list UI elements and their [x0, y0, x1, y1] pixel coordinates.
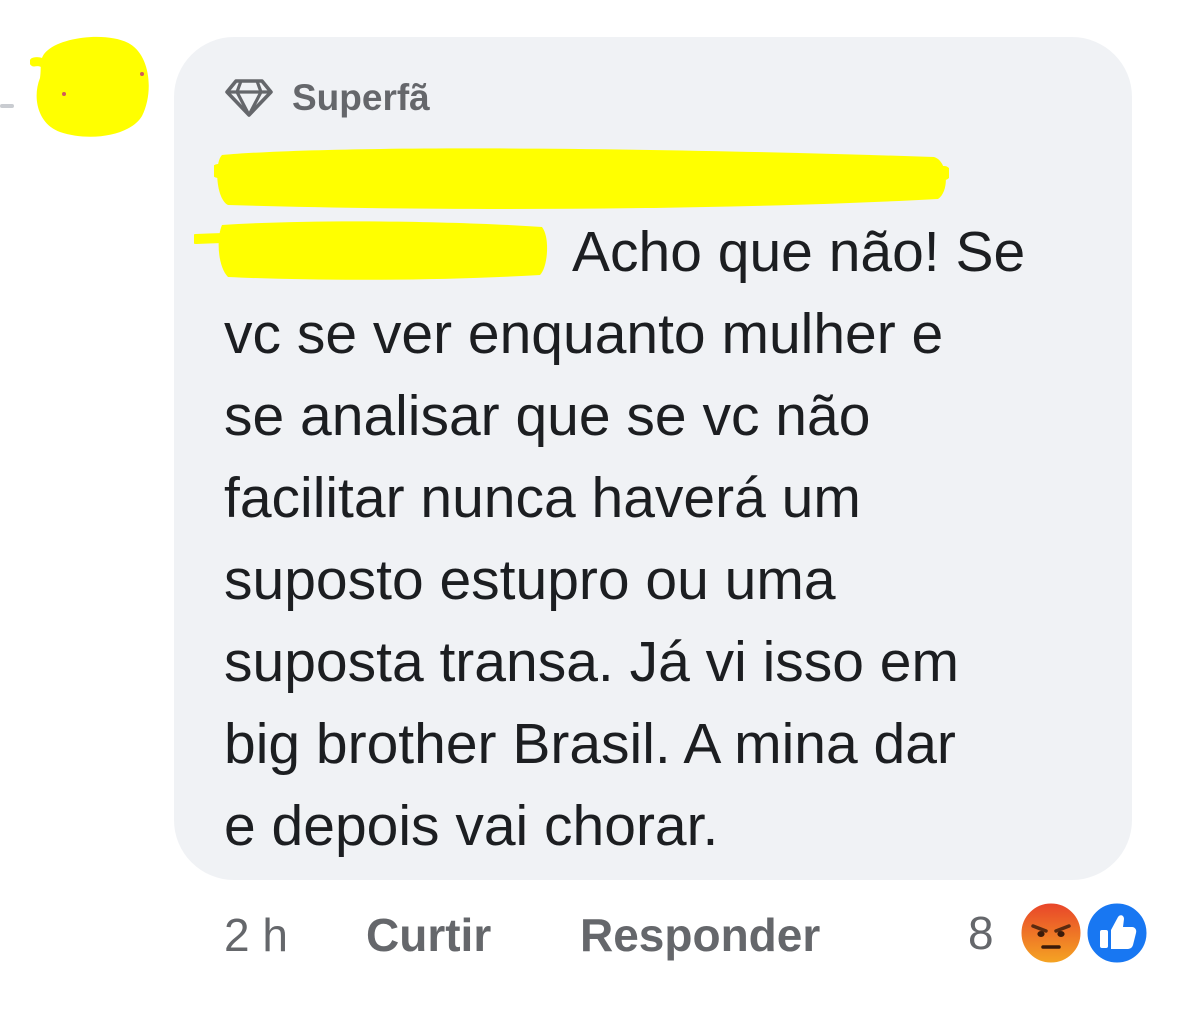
- like-button[interactable]: Curtir: [366, 900, 491, 970]
- comment-line: suposta transa. Já vi isso em: [224, 630, 959, 694]
- thread-connector-line: [0, 104, 14, 108]
- comment-line: suposto estupro ou uma: [224, 548, 836, 612]
- redacted-author-name[interactable]: [214, 141, 949, 213]
- top-fan-badge: Superfã: [224, 77, 430, 119]
- comment-text: Acho que não! Se vc se ver enquanto mulhe…: [224, 211, 1104, 867]
- comment-thread: Superfã Acho que não! Se vc se ver enquan…: [0, 0, 1200, 1009]
- mention-space: [224, 261, 572, 271]
- reply-button[interactable]: Responder: [580, 900, 820, 970]
- comment-line: e depois vai chorar.: [224, 794, 719, 858]
- comment-line: vc se ver enquanto mulher e: [224, 302, 944, 366]
- comment-line: big brother Brasil. A mina dar: [224, 712, 956, 776]
- angry-reaction-icon: [1018, 900, 1084, 966]
- reaction-summary[interactable]: 8: [960, 893, 1160, 973]
- comment-line: facilitar nunca haverá um: [224, 466, 861, 530]
- comment-actions: 2 h Curtir Responder: [224, 900, 924, 970]
- comment-bubble: Superfã Acho que não! Se vc se ver enquan…: [174, 37, 1132, 880]
- avatar[interactable]: [30, 34, 152, 140]
- reaction-count: 8: [968, 907, 994, 959]
- comment-line: se analisar que se vc não: [224, 384, 871, 448]
- like-reaction-icon: [1084, 900, 1150, 966]
- badge-label: Superfã: [292, 77, 430, 118]
- diamond-icon: [224, 78, 274, 118]
- comment-timestamp[interactable]: 2 h: [224, 900, 288, 970]
- comment-line: Acho que não! Se: [572, 220, 1026, 284]
